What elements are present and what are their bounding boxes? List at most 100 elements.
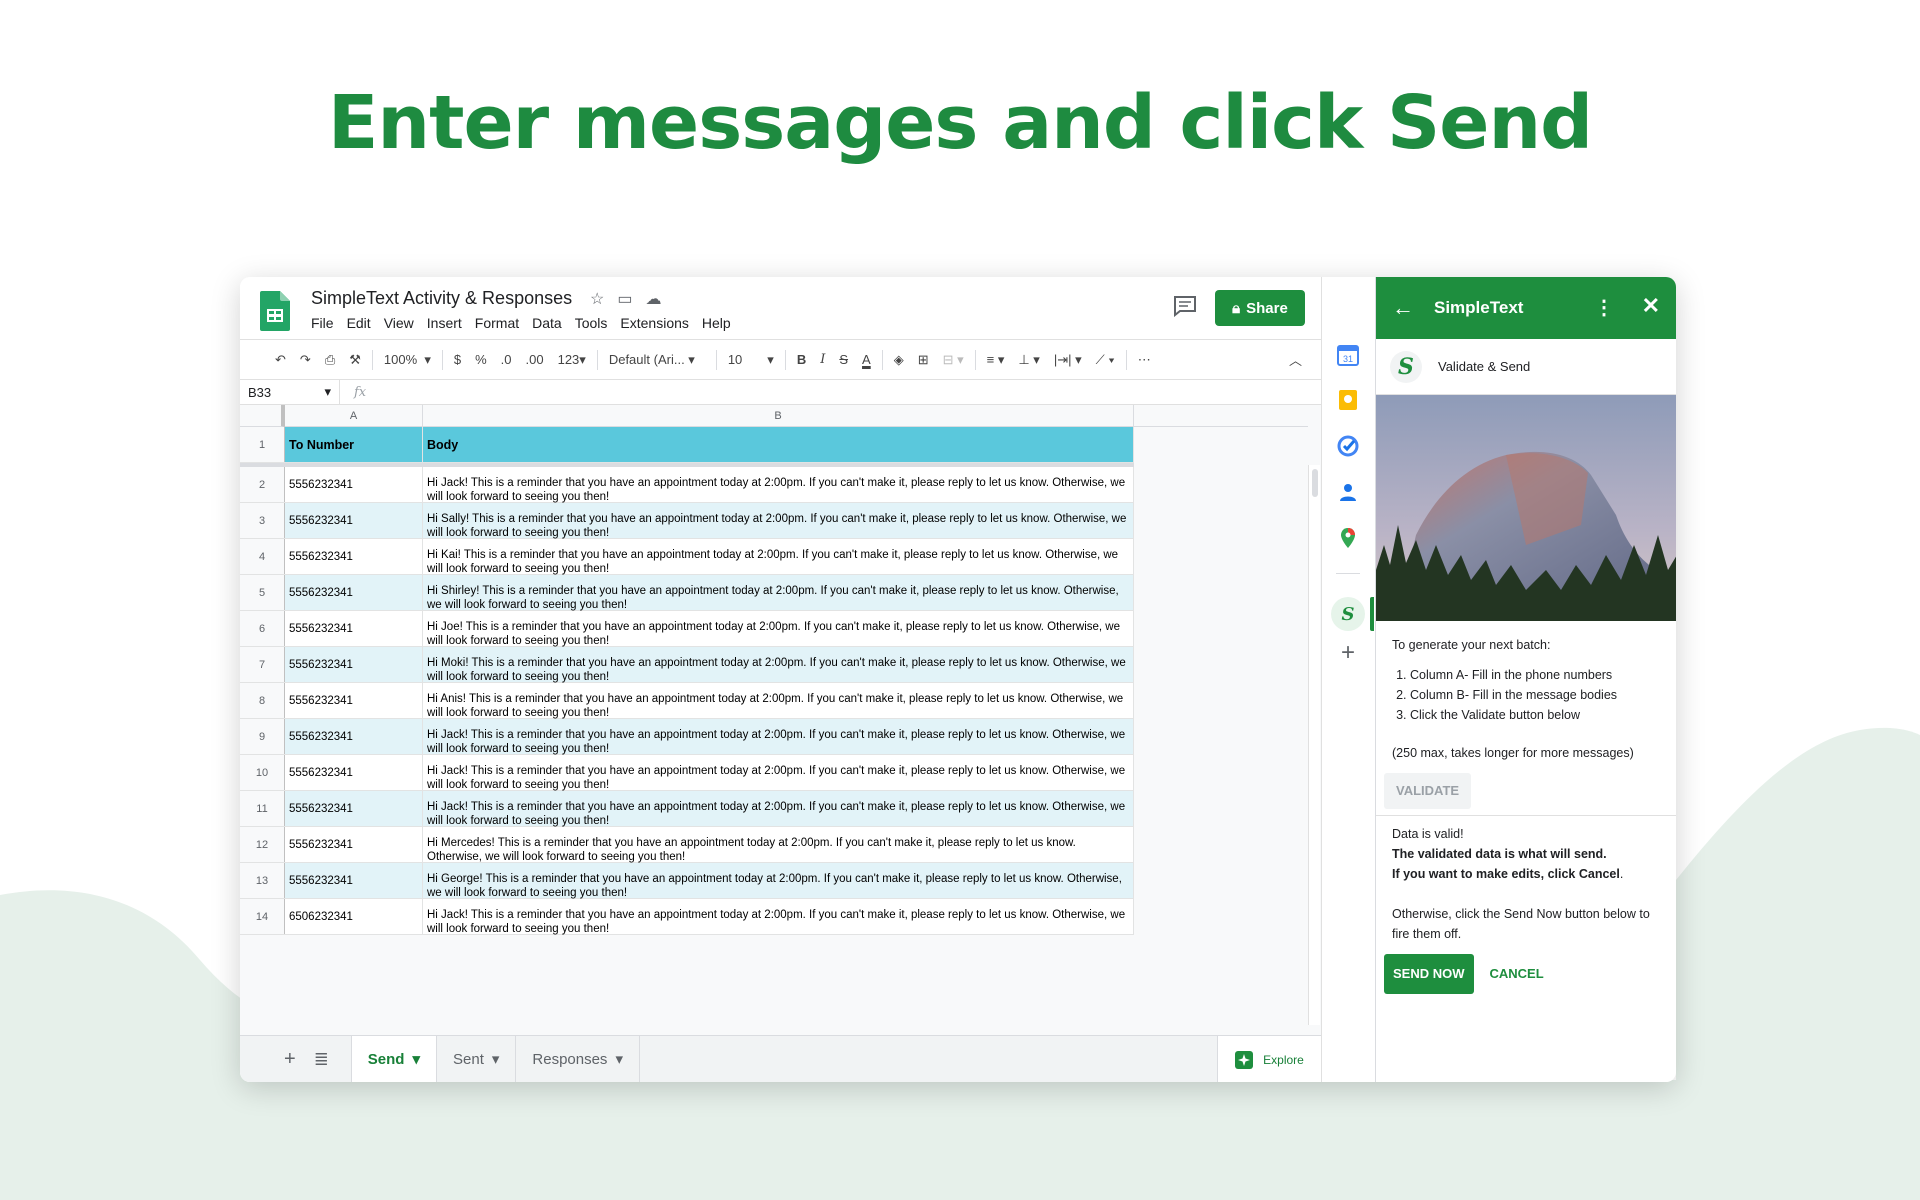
cell-body[interactable]: Hi Jack! This is a reminder that you hav… bbox=[423, 719, 1134, 755]
back-arrow-icon[interactable]: ← bbox=[1392, 295, 1414, 321]
tasks-icon[interactable] bbox=[1336, 434, 1360, 458]
add-sheet-icon[interactable]: + bbox=[240, 1036, 306, 1083]
text-color-button[interactable]: A bbox=[855, 352, 878, 367]
undo-icon[interactable]: ↶ bbox=[268, 352, 293, 368]
row-number[interactable]: 12 bbox=[240, 827, 285, 862]
menu-help[interactable]: Help bbox=[702, 315, 731, 331]
cell-to-number[interactable]: 5556232341 bbox=[285, 503, 423, 538]
cell-body[interactable]: Hi Jack! This is a reminder that you hav… bbox=[423, 467, 1134, 503]
add-addon-icon[interactable]: + bbox=[1336, 639, 1360, 667]
cell-body[interactable]: Hi Kai! This is a reminder that you have… bbox=[423, 539, 1134, 575]
strikethrough-button[interactable]: S bbox=[832, 352, 855, 367]
keep-icon[interactable] bbox=[1336, 388, 1360, 412]
currency-button[interactable]: $ bbox=[447, 352, 468, 367]
redo-icon[interactable]: ↷ bbox=[293, 352, 318, 368]
menu-data[interactable]: Data bbox=[532, 315, 562, 331]
cell-body[interactable]: Hi Jack! This is a reminder that you hav… bbox=[423, 791, 1134, 827]
number-format-select[interactable]: 123 ▾ bbox=[551, 352, 593, 368]
cell-body[interactable]: Hi Moki! This is a reminder that you hav… bbox=[423, 647, 1134, 683]
row-number[interactable]: 11 bbox=[240, 791, 285, 826]
cell-to-number[interactable]: 5556232341 bbox=[285, 575, 423, 610]
cell-body[interactable]: Hi Jack! This is a reminder that you hav… bbox=[423, 755, 1134, 791]
vertical-scrollbar[interactable] bbox=[1308, 465, 1320, 1025]
all-sheets-icon[interactable]: ≣ bbox=[306, 1035, 352, 1082]
horizontal-align-icon[interactable]: ≡ ▾ bbox=[980, 352, 1012, 368]
cloud-status-icon[interactable]: ☁ bbox=[645, 289, 661, 309]
send-now-button[interactable]: SEND NOW bbox=[1384, 954, 1474, 994]
more-options-icon[interactable]: ⋯ bbox=[1131, 352, 1158, 368]
menu-view[interactable]: View bbox=[384, 315, 414, 331]
row-number[interactable]: 3 bbox=[240, 503, 285, 538]
cell-to-number[interactable]: 5556232341 bbox=[285, 539, 423, 574]
menu-extensions[interactable]: Extensions bbox=[620, 315, 688, 331]
cell-to-number[interactable]: 5556232341 bbox=[285, 719, 423, 754]
validate-button[interactable]: VALIDATE bbox=[1384, 773, 1472, 809]
document-title[interactable]: SimpleText Activity & Responses bbox=[311, 288, 572, 309]
cell-body[interactable]: Hi Mercedes! This is a reminder that you… bbox=[423, 827, 1134, 863]
cell-body[interactable]: Hi Jack! This is a reminder that you hav… bbox=[423, 899, 1134, 935]
select-all-corner[interactable] bbox=[240, 405, 285, 427]
tab-send[interactable]: Send ▾ bbox=[351, 1035, 437, 1082]
scrollbar-thumb[interactable] bbox=[1312, 469, 1318, 497]
bold-button[interactable]: B bbox=[790, 352, 813, 367]
tab-sent[interactable]: Sent ▾ bbox=[437, 1035, 517, 1082]
cell-body[interactable]: Hi George! This is a reminder that you h… bbox=[423, 863, 1134, 899]
merge-cells-icon[interactable]: ⊟ ▾ bbox=[936, 352, 971, 368]
row-number[interactable]: 8 bbox=[240, 683, 285, 718]
cell-body[interactable]: Hi Sally! This is a reminder that you ha… bbox=[423, 503, 1134, 539]
menu-format[interactable]: Format bbox=[475, 315, 519, 331]
row-number[interactable]: 1 bbox=[240, 427, 285, 462]
share-button[interactable]: 🔒︎ Share bbox=[1215, 290, 1305, 326]
cell-to-number[interactable]: 5556232341 bbox=[285, 863, 423, 898]
close-icon[interactable]: ✕ bbox=[1642, 293, 1660, 319]
cell-to-number[interactable]: 5556232341 bbox=[285, 827, 423, 862]
borders-icon[interactable]: ⊞ bbox=[911, 352, 936, 368]
name-box[interactable]: B33 ▾ bbox=[240, 380, 340, 404]
simpletext-addon-icon[interactable]: S bbox=[1331, 597, 1365, 631]
zoom-select[interactable]: 100% ▾ bbox=[377, 352, 438, 368]
column-header-b[interactable]: B bbox=[423, 405, 1134, 427]
print-icon[interactable]: ⎙ bbox=[318, 352, 342, 368]
text-rotation-icon[interactable]: ⟋ ▾ bbox=[1089, 352, 1122, 368]
move-folder-icon[interactable]: ▭ bbox=[617, 289, 632, 309]
menu-tools[interactable]: Tools bbox=[575, 315, 608, 331]
comments-icon[interactable] bbox=[1172, 295, 1198, 317]
decrease-decimal-button[interactable]: .0 bbox=[494, 352, 519, 367]
cell-to-number[interactable]: 5556232341 bbox=[285, 467, 423, 502]
row-number[interactable]: 13 bbox=[240, 863, 285, 898]
menu-insert[interactable]: Insert bbox=[427, 315, 462, 331]
cell-body[interactable]: Hi Joe! This is a reminder that you have… bbox=[423, 611, 1134, 647]
tab-responses[interactable]: Responses ▾ bbox=[516, 1035, 640, 1082]
calendar-icon[interactable]: 31 bbox=[1336, 343, 1360, 367]
cell-to-number[interactable]: 5556232341 bbox=[285, 791, 423, 826]
text-wrap-icon[interactable]: |⇥| ▾ bbox=[1047, 352, 1089, 368]
sheets-logo-icon[interactable] bbox=[260, 291, 290, 331]
explore-button[interactable]: Explore bbox=[1217, 1036, 1321, 1082]
increase-decimal-button[interactable]: .00 bbox=[519, 352, 551, 367]
header-cell-body[interactable]: Body bbox=[423, 427, 1134, 462]
cell-to-number[interactable]: 6506232341 bbox=[285, 899, 423, 934]
font-size-select[interactable]: 10 ▾ bbox=[721, 352, 781, 368]
header-cell-to-number[interactable]: To Number bbox=[285, 427, 423, 462]
row-number[interactable]: 14 bbox=[240, 899, 285, 934]
row-number[interactable]: 6 bbox=[240, 611, 285, 646]
row-number[interactable]: 10 bbox=[240, 755, 285, 790]
more-vert-icon[interactable]: ⋮ bbox=[1594, 295, 1614, 320]
vertical-align-icon[interactable]: ⊥ ▾ bbox=[1011, 352, 1046, 368]
row-number[interactable]: 9 bbox=[240, 719, 285, 754]
star-icon[interactable]: ☆ bbox=[590, 289, 604, 309]
cell-to-number[interactable]: 5556232341 bbox=[285, 611, 423, 646]
percent-button[interactable]: % bbox=[468, 352, 494, 367]
paint-format-icon[interactable]: ⚒ bbox=[342, 352, 368, 368]
row-number[interactable]: 2 bbox=[240, 467, 285, 502]
italic-button[interactable]: I bbox=[813, 352, 832, 367]
fill-color-icon[interactable]: ◈ bbox=[887, 352, 911, 368]
row-number[interactable]: 4 bbox=[240, 539, 285, 574]
cell-to-number[interactable]: 5556232341 bbox=[285, 683, 423, 718]
cell-to-number[interactable]: 5556232341 bbox=[285, 647, 423, 682]
row-number[interactable]: 7 bbox=[240, 647, 285, 682]
menu-edit[interactable]: Edit bbox=[347, 315, 371, 331]
contacts-icon[interactable] bbox=[1336, 480, 1360, 504]
font-select[interactable]: Default (Ari... ▾ bbox=[602, 352, 712, 368]
row-number[interactable]: 5 bbox=[240, 575, 285, 610]
